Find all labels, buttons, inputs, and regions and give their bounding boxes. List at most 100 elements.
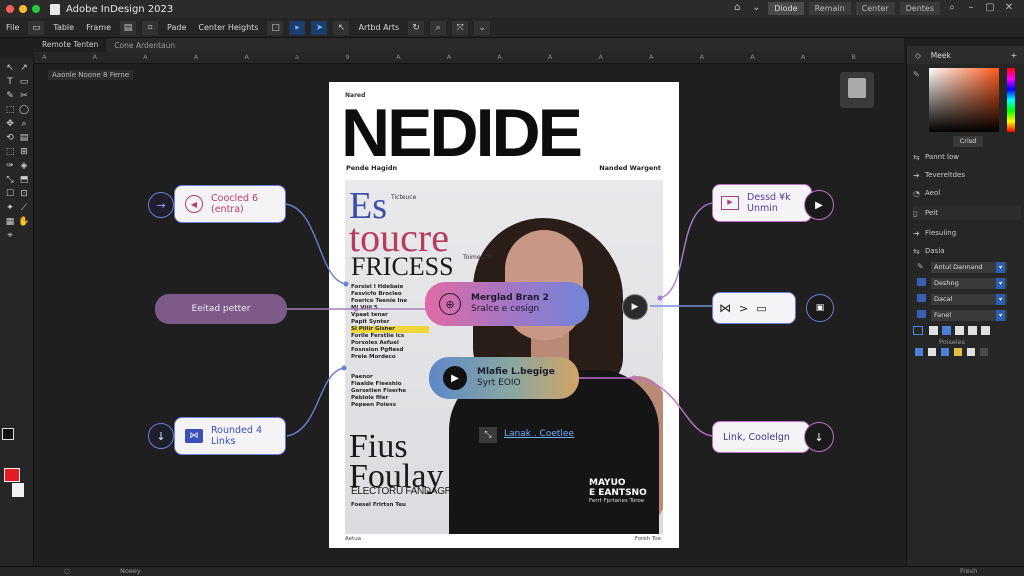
dropdown-icon[interactable]: ⌄ — [474, 20, 491, 35]
color-value-box[interactable]: Crisd — [953, 136, 983, 147]
workspace-tab-1[interactable]: Diode — [768, 1, 804, 15]
status-left[interactable]: Noeey — [120, 567, 141, 575]
color-chip[interactable] — [915, 348, 923, 356]
direct-selection-icon[interactable]: ↗ — [18, 62, 30, 74]
status-right[interactable]: Fresh — [960, 567, 977, 575]
bowtie-icon[interactable] — [917, 294, 926, 302]
scale-icon[interactable]: ⤡ — [4, 174, 16, 186]
selection-tool-icon[interactable]: ↖ — [4, 62, 16, 74]
frame-grid-icon[interactable]: ⬚ — [4, 146, 16, 158]
swatch-icon[interactable]: ▦ — [4, 216, 16, 228]
menu-file[interactable]: File — [0, 23, 25, 32]
stroke-box-icon[interactable]: □ — [267, 20, 284, 35]
workspace-tab-4[interactable]: Dentes — [899, 1, 940, 15]
style-swatch[interactable] — [968, 326, 977, 335]
doc-tab-1[interactable]: Remote Tenten — [34, 38, 107, 52]
hue-slider[interactable] — [1007, 68, 1015, 132]
style-swatch[interactable] — [929, 326, 938, 335]
minimize-window-button[interactable] — [19, 5, 27, 13]
play-icon[interactable]: ▶ — [622, 294, 648, 320]
panel-item[interactable]: ➜ Flesuiing — [913, 226, 1021, 240]
select-3[interactable]: Dacal ▾ — [931, 294, 1007, 305]
scissors-icon[interactable]: ✂ — [18, 90, 30, 102]
grid-icon[interactable]: ⌗ — [142, 20, 159, 35]
bowtie-icon[interactable] — [917, 310, 926, 318]
diamond-icon[interactable]: ◇ — [915, 51, 921, 60]
transform-icon[interactable]: ◈ — [18, 160, 30, 172]
pencil-icon[interactable]: ✑ — [4, 160, 16, 172]
direct-select-icon[interactable]: ➤ — [311, 20, 328, 35]
restore-icon[interactable]: ▢ — [983, 1, 997, 15]
link-label[interactable]: Lanak . Coetlee — [504, 429, 574, 439]
grid-tool-icon[interactable]: ⊞ — [18, 146, 30, 158]
node-coded[interactable]: ◀ Coocled 6 (entra) — [174, 185, 286, 223]
crop-icon[interactable]: ⤡ — [479, 427, 497, 443]
select-2[interactable]: Deshng ▾ — [931, 278, 1007, 289]
download-icon[interactable]: ↓ — [804, 422, 834, 452]
close-icon[interactable]: ✕ — [1002, 1, 1016, 15]
panel-item[interactable]: ⇆ Dasia — [913, 244, 1021, 258]
add-icon[interactable]: + — [1011, 51, 1017, 60]
node-dessed[interactable]: ▶ Dessd ¥k Unmin — [712, 184, 812, 222]
frame-tool-icon[interactable]: ▭ — [18, 76, 30, 88]
gap-tool-icon[interactable]: ⊡ — [18, 188, 30, 200]
zoom-tool-icon[interactable]: ⌕ — [18, 118, 30, 130]
search-icon[interactable]: ⌕ — [945, 1, 959, 15]
pen-icon[interactable]: ✎ — [917, 262, 924, 271]
color-chip[interactable] — [928, 348, 936, 356]
rotate-icon[interactable]: ↻ — [408, 20, 425, 35]
play-next-icon[interactable]: ▶ — [804, 190, 834, 220]
fill-swatch[interactable] — [2, 428, 14, 440]
frame-select-icon[interactable] — [913, 326, 923, 335]
panel-item[interactable]: ➜ Tevereltdes — [913, 168, 1021, 182]
note-icon[interactable]: ☐ — [4, 188, 16, 200]
select-4[interactable]: Fanel ▾ — [931, 310, 1007, 321]
panel-item[interactable]: ⇆ Pannt low — [913, 150, 1021, 164]
close-window-button[interactable] — [6, 5, 14, 13]
gradient-icon[interactable]: ⬒ — [18, 174, 30, 186]
preview-icon[interactable] — [840, 72, 874, 108]
style-swatch[interactable] — [942, 326, 951, 335]
node-merged[interactable]: ⊕ Merglad Bran 2 Sralce e cesign — [425, 282, 589, 326]
line-tool-icon[interactable]: ⟋ — [18, 202, 30, 214]
color-chip[interactable] — [954, 348, 962, 356]
move-tool-icon[interactable]: ✥ — [4, 118, 16, 130]
hand-tool-icon[interactable]: ✋ — [18, 216, 30, 228]
minimize-icon[interactable]: – — [964, 1, 978, 15]
ellipse-tool-icon[interactable]: ◯ — [18, 104, 30, 116]
select-1[interactable]: Antul Dannand ▾ — [931, 262, 1007, 273]
layers-icon[interactable]: ▤ — [120, 20, 137, 35]
panel-item[interactable]: ◔ Aeol — [913, 186, 1021, 200]
chevron-down-icon[interactable]: ⌄ — [749, 1, 763, 15]
style-swatch[interactable] — [981, 326, 990, 335]
style-swatch[interactable] — [955, 326, 964, 335]
zoom-icon[interactable]: ⌕ — [430, 20, 447, 35]
node-flow[interactable]: ⋈ > ▭ — [712, 292, 796, 324]
control-center-heights[interactable]: Center Heights — [192, 23, 264, 32]
pen-tool-icon[interactable]: ✎ — [4, 90, 16, 102]
node-link-coolelgn[interactable]: Link, Coolelgn — [712, 421, 810, 453]
home-icon[interactable]: ⌂ — [730, 1, 744, 15]
menu-frame[interactable]: Frame — [80, 23, 117, 32]
target-icon[interactable]: ⌖ — [4, 230, 16, 242]
color-chip[interactable] — [980, 348, 988, 356]
doc-tab-2[interactable]: Cone Ardentaun — [106, 41, 183, 50]
workspace-tab-3[interactable]: Center — [855, 1, 895, 15]
arrow-right-icon[interactable]: → — [148, 192, 174, 218]
transform-icon[interactable]: ⤧ — [452, 20, 469, 35]
rectangle-frame-icon[interactable]: ⬚ — [4, 104, 16, 116]
node-edited[interactable]: Eeitad petter — [155, 294, 287, 324]
frame-icon[interactable]: ▭ — [28, 20, 45, 35]
color-chip[interactable] — [941, 348, 949, 356]
play-box-icon[interactable]: ▣ — [806, 294, 834, 322]
control-pade[interactable]: Pade — [161, 23, 192, 32]
horizontal-ruler[interactable]: A A A A Aa 9 A A A A A A A A A B — [34, 52, 904, 64]
table-tool-icon[interactable]: ▤ — [18, 132, 30, 144]
zoom-window-button[interactable] — [32, 5, 40, 13]
node-media[interactable]: ▶ Mlafie L.begige Syrt EOIO — [429, 357, 579, 399]
panel-item[interactable]: ▯ Peit — [913, 206, 1021, 220]
paper-swatch[interactable] — [12, 483, 24, 497]
node-rounded[interactable]: ⋈ Rounded 4 Links — [174, 417, 286, 455]
control-artbd-arts[interactable]: Artbd Arts — [352, 23, 405, 32]
rotate-tool-icon[interactable]: ⟲ — [4, 132, 16, 144]
